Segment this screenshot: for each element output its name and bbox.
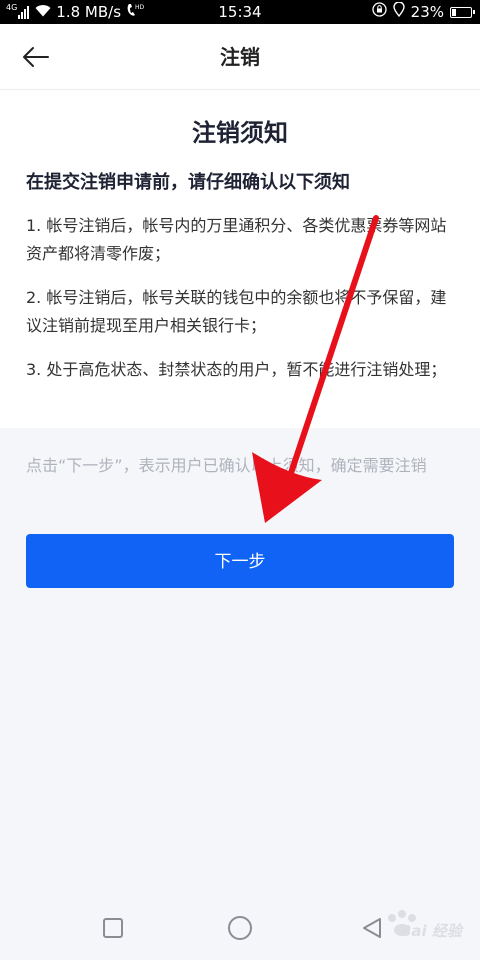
location-icon — [392, 0, 405, 24]
circle-icon[interactable] — [228, 916, 252, 940]
triangle-back-icon[interactable] — [360, 916, 384, 940]
back-button[interactable] — [14, 37, 58, 77]
battery-icon — [450, 6, 475, 18]
notice-subtitle: 在提交注销申请前，请仔细确认以下须知 — [26, 172, 350, 193]
notice-item-1: 1. 帐号注销后，帐号内的万里通积分、各类优惠票券等网站资产都将清零作废； — [26, 216, 447, 263]
lock-rotation-icon — [372, 0, 387, 24]
notice-title: 注销须知 — [192, 119, 288, 147]
arrow-left-icon — [23, 47, 49, 67]
battery-fill — [452, 8, 456, 16]
page-title: 注销 — [220, 45, 260, 69]
confirm-hint: 点击“下一步”，表示用户已确认以上须知，确定需要注销 — [26, 456, 427, 475]
status-bar: 4G 1.8 MB/s HD 15:34 23% — [0, 0, 480, 24]
next-step-button[interactable]: 下一步 — [26, 534, 454, 588]
battery-percent: 23% — [410, 3, 444, 21]
system-nav-bar — [0, 900, 480, 960]
square-icon[interactable] — [103, 918, 123, 938]
notice-card: 注销须知 在提交注销申请前，请仔细确认以下须知 1. 帐号注销后，帐号内的万里通… — [0, 90, 480, 428]
top-nav-bar: 注销 — [0, 24, 480, 90]
notice-item-2: 2. 帐号注销后，帐号关联的钱包中的余额也将不予保留，建议注销前提现至用户相关银… — [26, 288, 447, 335]
notice-item-3: 3. 处于高危状态、封禁状态的用户，暂不能进行注销处理； — [26, 360, 447, 379]
